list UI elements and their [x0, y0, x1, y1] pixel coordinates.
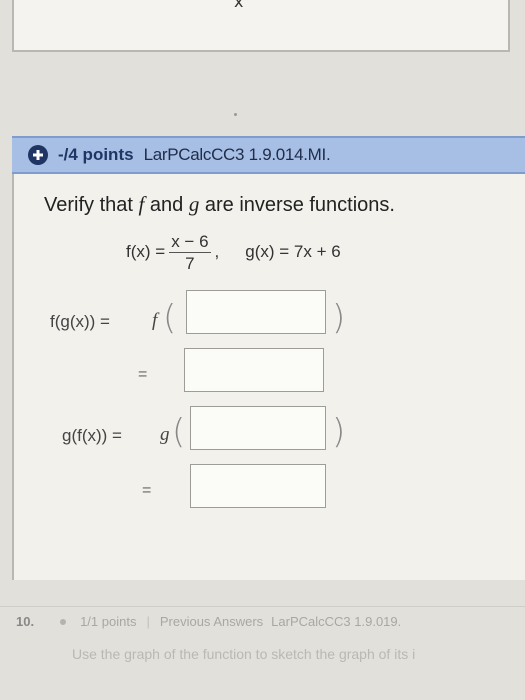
question-id: LarPCalcCC3 1.9.014.MI. — [143, 145, 331, 164]
question-points: -/4 points — [58, 145, 134, 164]
f-fraction: x − 6 7 — [169, 231, 211, 273]
separator: | — [146, 614, 150, 629]
next-question-instruction: Use the graph of the function to sketch … — [72, 646, 416, 662]
f-denominator: 7 — [185, 253, 195, 273]
comma: , — [214, 242, 220, 261]
expand-plus-icon[interactable] — [28, 145, 48, 165]
f-numerator: x − 6 — [169, 231, 211, 253]
f-outer: f — [152, 310, 158, 331]
fgx-inner-answer-input[interactable] — [186, 290, 326, 334]
g-outer: g — [160, 424, 170, 445]
close-icon: x — [234, 0, 244, 11]
stray-dot — [234, 113, 237, 116]
question-prompt: Verify that f and g are inverse function… — [44, 192, 395, 216]
previous-answer-box[interactable] — [12, 0, 510, 52]
gfx-result-answer-input[interactable] — [190, 464, 326, 508]
g-definition: g(x) = 7x + 6 — [245, 242, 341, 261]
function-definitions: f(x) = x − 6 7 , g(x) = 7x + 6 — [126, 230, 341, 274]
previous-answers-link[interactable]: Previous Answers — [160, 614, 263, 629]
status-dot-icon — [60, 618, 67, 625]
next-question-number: 10. — [16, 614, 35, 629]
question-header: -/4 points LarPCalcCC3 1.9.014.MI. — [12, 136, 525, 174]
next-question-header: 10. 1/1 points | Previous Answers LarPCa… — [0, 606, 525, 636]
next-question-id: LarPCalcCC3 1.9.019. — [271, 614, 402, 629]
gfx-label: g(f(x)) = — [62, 426, 122, 445]
f-definition-label: f(x) = — [126, 242, 166, 261]
open-paren: ( — [163, 298, 177, 338]
close-paren: ) — [332, 298, 346, 338]
fgx-label: f(g(x)) = — [50, 312, 110, 331]
gfx-inner-answer-input[interactable] — [190, 406, 326, 450]
close-paren: ) — [332, 412, 346, 452]
fgx-result-answer-input[interactable] — [184, 348, 324, 392]
question-body: Verify that f and g are inverse function… — [12, 174, 525, 580]
next-question-points: 1/1 points — [80, 614, 137, 629]
gfx-equals: = — [142, 482, 152, 499]
fgx-equals: = — [138, 366, 148, 383]
open-paren: ( — [172, 412, 186, 452]
